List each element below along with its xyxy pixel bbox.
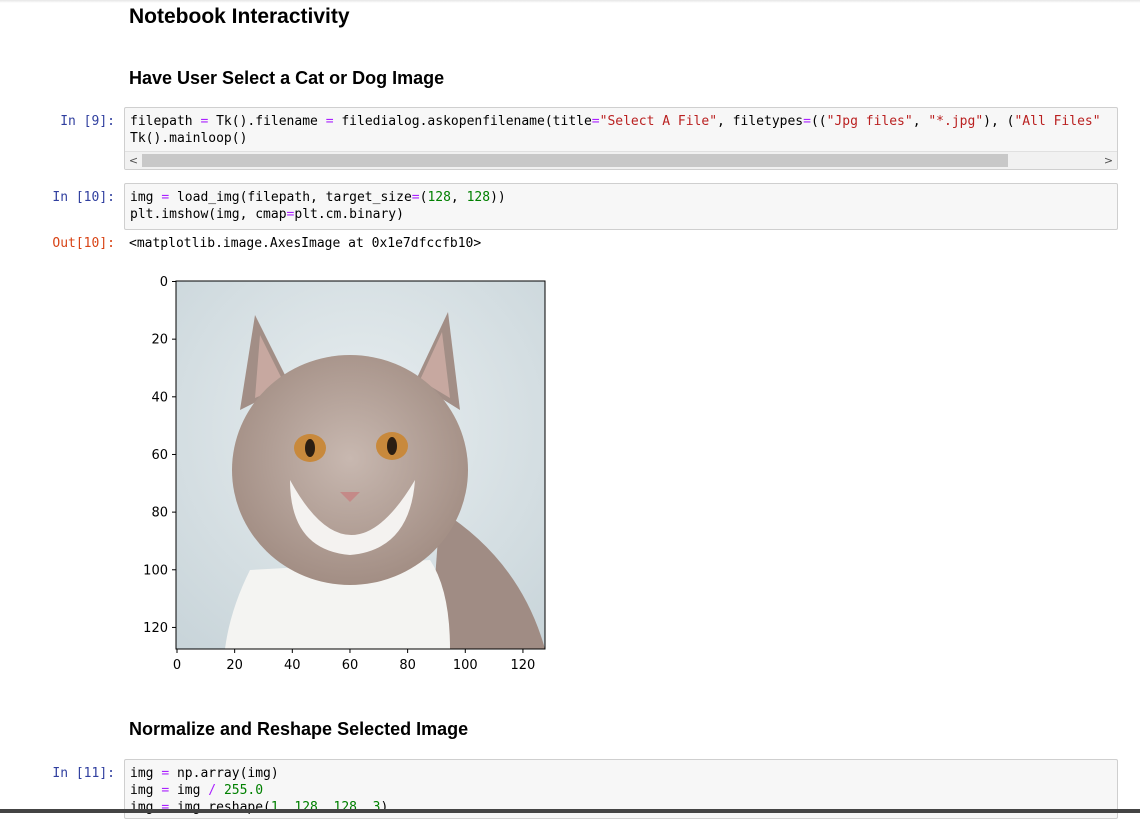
scroll-left-icon[interactable]: < <box>125 152 142 169</box>
section-heading-normalize: Normalize and Reshape Selected Image <box>129 719 469 739</box>
code-line[interactable]: filepath = Tk().filename = filedialog.as… <box>130 113 1113 130</box>
cell-prompt-10: In [10]: <box>52 190 115 205</box>
y-tick-label: 0 <box>160 275 168 290</box>
code-cell-9[interactable]: filepath = Tk().filename = filedialog.as… <box>124 107 1118 170</box>
bottom-edge <box>0 809 1140 813</box>
code-token: 128 <box>427 190 451 205</box>
code-token: "All Files" <box>1014 114 1101 129</box>
code-line[interactable]: Tk().mainloop() <box>130 130 1113 147</box>
code-token: / <box>208 783 217 798</box>
code-token: img <box>130 783 162 798</box>
code-token: "Jpg files" <box>826 114 913 129</box>
output-text: <matplotlib.image.AxesImage at 0x1e7dfcc… <box>129 236 482 251</box>
code-line[interactable]: plt.imshow(img, cmap=plt.cm.binary) <box>130 206 1113 223</box>
x-axis: 0 20 40 60 80 100 120 <box>173 649 535 673</box>
x-tick-label: 80 <box>399 658 416 673</box>
code-token: Tk().filename <box>208 114 326 129</box>
y-tick-label: 60 <box>151 448 168 463</box>
code-token: , <box>912 114 929 129</box>
code-body[interactable]: filepath = Tk().filename = filedialog.as… <box>125 108 1117 151</box>
code-line[interactable]: img = load_img(filepath, target_size=(12… <box>130 189 1113 206</box>
top-shadow <box>0 0 1140 3</box>
code-token: (( <box>810 114 827 129</box>
cell-prompt-9: In [9]: <box>60 114 115 129</box>
code-line[interactable]: img = img / 255.0 <box>130 782 1113 799</box>
x-tick-label: 0 <box>173 658 181 673</box>
code-token: = <box>591 114 600 129</box>
x-tick-label: 60 <box>342 658 359 673</box>
scrollbar-thumb[interactable] <box>142 154 1008 167</box>
imshow-plot: 0 20 40 60 80 100 120 0 20 40 60 80 100 120 <box>143 275 546 673</box>
code-token: = <box>411 190 420 205</box>
y-tick-label: 40 <box>151 390 168 405</box>
code-token: img <box>130 766 162 781</box>
code-body[interactable]: img = load_img(filepath, target_size=(12… <box>125 184 1117 227</box>
code-token: "Select A File" <box>599 114 718 129</box>
code-cell-10[interactable]: img = load_img(filepath, target_size=(12… <box>124 183 1118 230</box>
x-tick-label: 120 <box>511 658 536 673</box>
code-token: np.array(img) <box>169 766 279 781</box>
code-line[interactable]: img = img.reshape(1, 128, 128, 3) <box>130 799 1113 816</box>
y-axis: 0 20 40 60 80 100 120 <box>143 275 176 636</box>
x-tick-label: 40 <box>284 658 301 673</box>
x-tick-label: 100 <box>453 658 478 673</box>
code-token: load_img(filepath, target_size <box>169 190 412 205</box>
y-tick-label: 120 <box>143 621 168 636</box>
horizontal-scrollbar[interactable]: < > <box>125 151 1117 169</box>
code-token: , <box>450 190 467 205</box>
code-token: 255.0 <box>223 783 264 798</box>
cat-image <box>176 281 545 649</box>
y-tick-label: 20 <box>151 333 168 348</box>
code-token: plt.cm.binary) <box>294 207 404 222</box>
page-title: Notebook Interactivity <box>129 5 350 28</box>
code-token: )) <box>490 190 506 205</box>
code-token: img <box>130 190 162 205</box>
x-tick-label: 20 <box>226 658 243 673</box>
code-token: ), ( <box>983 114 1015 129</box>
code-token: img <box>169 783 209 798</box>
code-token: filedialog.askopenfilename(title <box>333 114 592 129</box>
code-token: Tk().mainloop() <box>130 131 248 146</box>
code-token: = <box>803 114 811 129</box>
code-token: plt.imshow(img, cmap <box>130 207 287 222</box>
code-token: filepath <box>130 114 201 129</box>
code-token: = <box>161 190 170 205</box>
y-tick-label: 100 <box>143 563 168 578</box>
y-tick-label: 80 <box>151 506 168 521</box>
code-token: , filetypes <box>717 114 804 129</box>
code-token: = <box>161 766 170 781</box>
section-heading-select-image: Have User Select a Cat or Dog Image <box>129 68 445 88</box>
code-token: "*.jpg" <box>928 114 984 129</box>
output-prompt-10: Out[10]: <box>52 236 115 251</box>
cell-prompt-11: In [11]: <box>52 766 115 781</box>
code-line[interactable]: img = np.array(img) <box>130 765 1113 782</box>
scroll-right-icon[interactable]: > <box>1100 152 1117 169</box>
code-token: 128 <box>466 190 491 205</box>
code-token: = <box>325 114 334 129</box>
code-token: = <box>161 783 170 798</box>
